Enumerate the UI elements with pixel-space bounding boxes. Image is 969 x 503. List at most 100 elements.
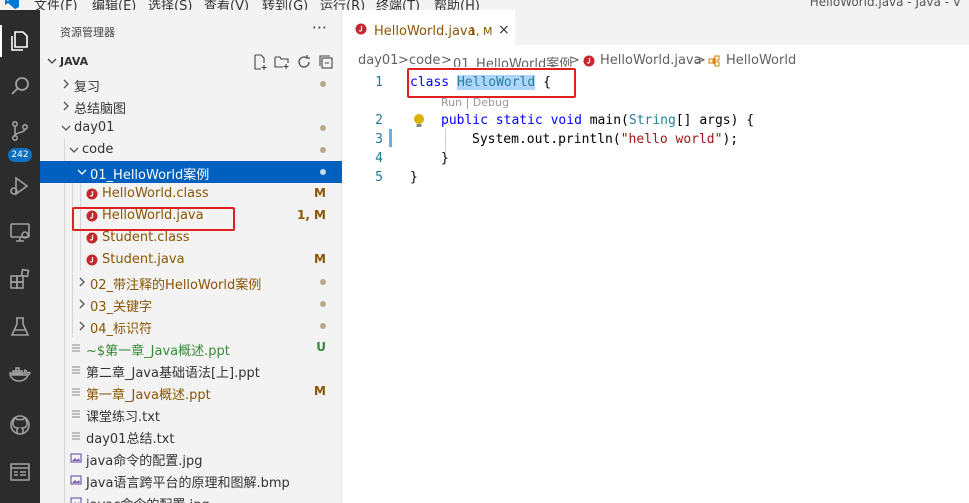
keyword: static xyxy=(495,113,543,128)
docker-icon[interactable] xyxy=(0,355,40,395)
breadcrumb-item-file[interactable]: HelloWorld.java xyxy=(600,53,702,68)
chevron-right-icon xyxy=(79,277,85,287)
github-icon[interactable] xyxy=(0,405,40,445)
line-number: 4 xyxy=(375,151,383,166)
tree-file[interactable]: 第一章_Java概述.ppt M xyxy=(40,381,342,403)
new-file-icon[interactable] xyxy=(252,54,268,70)
indent-guide xyxy=(64,271,65,293)
explorer-icon[interactable] xyxy=(0,21,40,61)
tab-label: HelloWorld.java xyxy=(374,24,476,39)
tree-item-label: day01 xyxy=(74,120,115,135)
tree-folder[interactable]: day01 xyxy=(40,117,342,139)
code-text: ); xyxy=(722,132,739,147)
tree-file[interactable]: Student.java M xyxy=(40,249,342,271)
indent-guide xyxy=(64,403,65,425)
tree-file[interactable]: HelloWorld.class M xyxy=(40,183,342,205)
tree-item-label: Student.java xyxy=(102,252,185,267)
lightbulb-icon[interactable] xyxy=(413,113,425,129)
class-symbol-icon xyxy=(708,55,720,67)
menu-view[interactable]: 查看(V) xyxy=(204,0,249,10)
menu-bar: 文件(F) 编辑(E) 选择(S) 查看(V) 转到(G) 运行(R) 终端(T… xyxy=(0,0,969,10)
tree-item-label: 02_带注释的HelloWorld案例 xyxy=(90,278,262,293)
line-number: 3 xyxy=(375,132,383,147)
chevron-right-icon xyxy=(79,321,85,331)
menu-go[interactable]: 转到(G) xyxy=(262,0,308,10)
tree-item-label: 04_标识符 xyxy=(90,322,153,337)
indent-guide xyxy=(445,148,446,151)
explorer-title: 资源管理器 xyxy=(60,26,115,39)
git-status-badge: M xyxy=(314,186,326,200)
tree-file[interactable]: java命令的配置.jpg xyxy=(40,447,342,469)
tree-file[interactable]: javac命令的配置.jpg xyxy=(40,491,342,503)
modified-dot-icon xyxy=(320,81,326,87)
code-editor[interactable]: 1 2 3 4 5 class HelloWorld { Run | Debug… xyxy=(343,67,969,503)
tree-item-label: ~$第一章_Java概述.ppt xyxy=(86,344,230,359)
tree-item-label: code xyxy=(82,142,114,157)
tree-item-label: 01_HelloWorld案例 xyxy=(90,168,210,183)
tree-file[interactable]: 课堂练习.txt xyxy=(40,403,342,425)
highlight-box xyxy=(407,68,576,98)
tree-item-label: HelloWorld.class xyxy=(102,186,209,201)
indent-guide xyxy=(80,249,81,271)
terminal-panel-icon[interactable] xyxy=(0,452,40,492)
tree-file[interactable]: ~$第一章_Java概述.ppt U xyxy=(40,337,342,359)
breadcrumb-item-symbol[interactable]: HelloWorld xyxy=(726,53,796,68)
indent-guide xyxy=(64,359,65,381)
tree-folder[interactable]: 02_带注释的HelloWorld案例 xyxy=(40,271,342,293)
indent-guide xyxy=(64,425,65,447)
editor-tabs: HelloWorld.java 1, M × xyxy=(343,10,969,45)
breadcrumb-item-code[interactable]: code xyxy=(409,53,440,68)
line-number: 5 xyxy=(375,170,383,185)
source-control-icon[interactable] xyxy=(0,111,40,151)
menu-file[interactable]: 文件(F) xyxy=(34,0,78,10)
indent-guide xyxy=(72,183,73,205)
string-literal: "hello world" xyxy=(620,132,723,147)
tree-folder[interactable]: 复习 xyxy=(40,73,342,95)
image-file-icon xyxy=(70,453,82,463)
tree-file[interactable]: 第二章_Java基础语法[上].ppt xyxy=(40,359,342,381)
text-file-icon xyxy=(72,388,80,396)
tree-item-label: 课堂练习.txt xyxy=(86,410,161,425)
tree-folder[interactable]: 总结脑图 xyxy=(40,95,342,117)
tree-item-label: 第二章_Java基础语法[上].ppt xyxy=(86,366,260,381)
highlight-box xyxy=(72,207,235,231)
menu-edit[interactable]: 编辑(E) xyxy=(92,0,136,10)
menu-selection[interactable]: 选择(S) xyxy=(148,0,192,10)
testing-icon[interactable] xyxy=(0,307,40,347)
new-folder-icon[interactable] xyxy=(274,54,290,70)
search-icon[interactable] xyxy=(0,66,40,106)
refresh-icon[interactable] xyxy=(296,54,312,70)
tree-folder[interactable]: 01_HelloWorld案例 xyxy=(40,161,342,183)
workspace-section-header[interactable]: JAVA xyxy=(40,51,342,73)
text-file-icon xyxy=(72,432,80,440)
collapse-all-icon[interactable] xyxy=(318,54,334,70)
tree-folder[interactable]: 04_标识符 xyxy=(40,315,342,337)
window-title: HelloWorld.java - Java - V xyxy=(809,0,961,9)
more-actions-icon[interactable]: ··· xyxy=(312,18,327,37)
modified-dot-icon xyxy=(320,301,326,307)
modified-line-indicator xyxy=(389,129,392,147)
tree-folder[interactable]: 03_关键字 xyxy=(40,293,342,315)
tree-item-label: 03_关键字 xyxy=(90,300,153,315)
chevron-down-icon xyxy=(77,169,87,175)
extensions-icon[interactable] xyxy=(0,259,40,299)
close-icon[interactable]: × xyxy=(498,22,510,38)
tree-file[interactable]: Java语言跨平台的原理和图解.bmp xyxy=(40,469,342,491)
menu-terminal[interactable]: 终端(T) xyxy=(376,0,420,10)
menu-help[interactable]: 帮助(H) xyxy=(434,0,480,10)
code-line-5: } xyxy=(410,170,418,185)
menu-run[interactable]: 运行(R) xyxy=(320,0,365,10)
breadcrumb-item-day01[interactable]: day01 xyxy=(358,53,398,68)
tree-folder[interactable]: code xyxy=(40,139,342,161)
indent-guide xyxy=(64,447,65,469)
breadcrumb: day01 > code > 01_HelloWorld案例 > HelloWo… xyxy=(343,45,969,72)
remote-explorer-icon[interactable] xyxy=(0,212,40,252)
text-file-icon xyxy=(72,344,80,352)
tree-file[interactable]: day01总结.txt xyxy=(40,425,342,447)
image-file-icon xyxy=(70,475,82,485)
tab-helloworld-java[interactable]: HelloWorld.java 1, M × xyxy=(343,10,515,45)
chevron-down-icon xyxy=(69,147,79,153)
run-debug-icon[interactable] xyxy=(0,166,40,206)
git-status-badge: M xyxy=(314,384,326,398)
indent-guide xyxy=(80,183,81,205)
